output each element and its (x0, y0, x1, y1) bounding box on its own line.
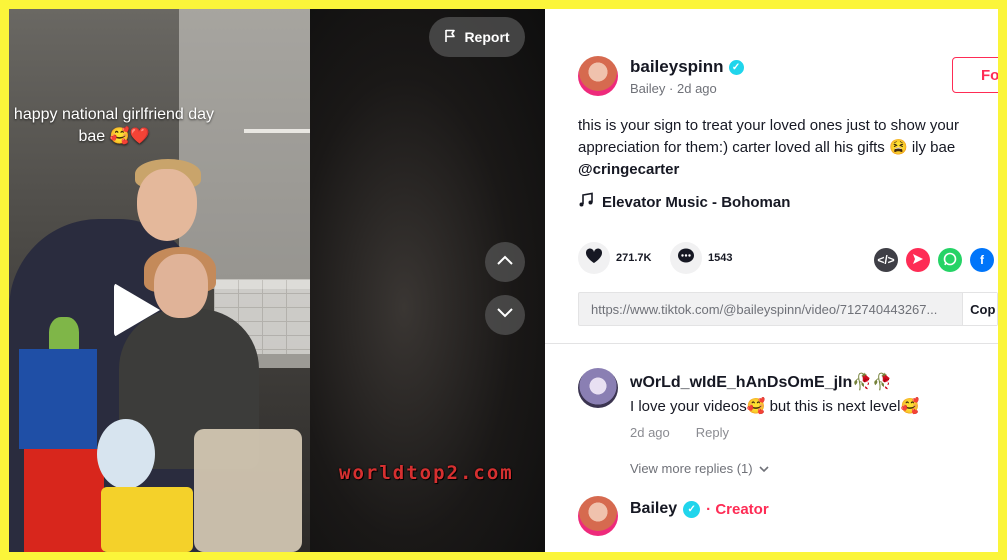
scene-shelf (244, 129, 310, 133)
details-panel: baileyspinn ✓ Bailey · 2d ago Fo this is… (545, 9, 998, 552)
flag-icon (444, 29, 457, 46)
reply-button[interactable]: Reply (696, 425, 729, 440)
author-username[interactable]: baileyspinn ✓ (630, 57, 744, 77)
dot-separator: · (669, 81, 677, 96)
facebook-icon: f (980, 253, 984, 267)
mention-link[interactable]: @cringecarter (578, 161, 679, 178)
chevron-down-icon (759, 461, 769, 476)
copy-link-box[interactable]: https://www.tiktok.com/@baileyspinn/vide… (578, 292, 998, 326)
music-note-icon (578, 192, 594, 212)
description-text: this is your sign to treat your loved on… (578, 117, 960, 156)
comment-time: 2d ago (630, 425, 670, 440)
creator-label: Creator (715, 500, 769, 518)
chevron-down-icon (496, 306, 514, 324)
video-caption: happy national girlfriend day bae 🥰❤️ (13, 106, 215, 145)
verified-icon: ✓ (683, 500, 701, 518)
heart-icon (585, 247, 603, 269)
comment-count: 1543 (708, 252, 733, 264)
comment-meta: 2d ago Reply (630, 425, 729, 440)
follow-button[interactable]: Fo (952, 57, 998, 93)
post-time: 2d ago (677, 81, 717, 96)
comment-button[interactable] (670, 242, 702, 274)
next-video-button[interactable] (485, 295, 525, 335)
donut-tray (194, 429, 302, 552)
copy-link-button[interactable]: Cop (962, 293, 997, 325)
author-avatar[interactable] (578, 56, 618, 96)
whatsapp-icon (943, 252, 957, 269)
music-link[interactable]: Elevator Music - Bohoman (578, 192, 790, 212)
comment-text: I love your videos🥰 but this is next lev… (630, 398, 920, 415)
verified-icon: ✓ (728, 59, 744, 75)
video-panel[interactable]: happy national girlfriend day bae 🥰❤️ Re… (9, 9, 545, 552)
tiktok-window: happy national girlfriend day bae 🥰❤️ Re… (9, 9, 998, 552)
embed-button[interactable]: </> (874, 248, 898, 272)
report-label: Report (464, 29, 510, 45)
person-left-head (137, 169, 197, 241)
cheezit-box (24, 449, 104, 552)
embed-icon: </> (877, 253, 895, 267)
report-button[interactable]: Report (429, 17, 525, 57)
like-count: 271.7K (616, 252, 652, 264)
comment-author[interactable]: wOrLd_wIdE_hAnDsOmE_jIn🥀🥀 (630, 372, 892, 392)
commenter-avatar[interactable] (578, 368, 618, 408)
play-icon[interactable] (114, 283, 160, 337)
display-name: Bailey (630, 81, 666, 96)
whatsapp-share-button[interactable] (938, 248, 962, 272)
music-title: Elevator Music - Bohoman (602, 193, 791, 211)
watermark-text: worldtop2.com (339, 462, 514, 484)
video-link-text[interactable]: https://www.tiktok.com/@baileyspinn/vide… (579, 302, 962, 317)
chevron-up-icon (496, 253, 514, 271)
send-icon (912, 253, 924, 268)
author-subline: Bailey · 2d ago (630, 81, 717, 96)
previous-video-button[interactable] (485, 242, 525, 282)
facebook-share-button[interactable]: f (970, 248, 994, 272)
like-button[interactable] (578, 242, 610, 274)
username-text: baileyspinn (630, 57, 724, 76)
scene-cabinet (179, 9, 310, 289)
reply-author-avatar[interactable] (578, 496, 618, 536)
send-to-friends-button[interactable] (906, 248, 930, 272)
comment-icon (677, 248, 695, 269)
view-more-replies-button[interactable]: View more replies (1) (630, 461, 769, 476)
creator-badge: · Creator (706, 501, 769, 518)
haribo-bag (101, 487, 193, 552)
reply-author-name: Bailey (630, 500, 678, 517)
post-description: this is your sign to treat your loved on… (578, 115, 993, 181)
section-divider (545, 343, 998, 344)
more-replies-label: View more replies (1) (630, 461, 753, 476)
oreo-box (19, 349, 97, 449)
reply-author[interactable]: Bailey ✓ · Creator (630, 500, 769, 518)
video-frame[interactable]: happy national girlfriend day bae 🥰❤️ (9, 9, 310, 552)
person-right-head (154, 254, 208, 318)
badge-separator: · (706, 500, 712, 518)
plush-toy (97, 419, 155, 489)
